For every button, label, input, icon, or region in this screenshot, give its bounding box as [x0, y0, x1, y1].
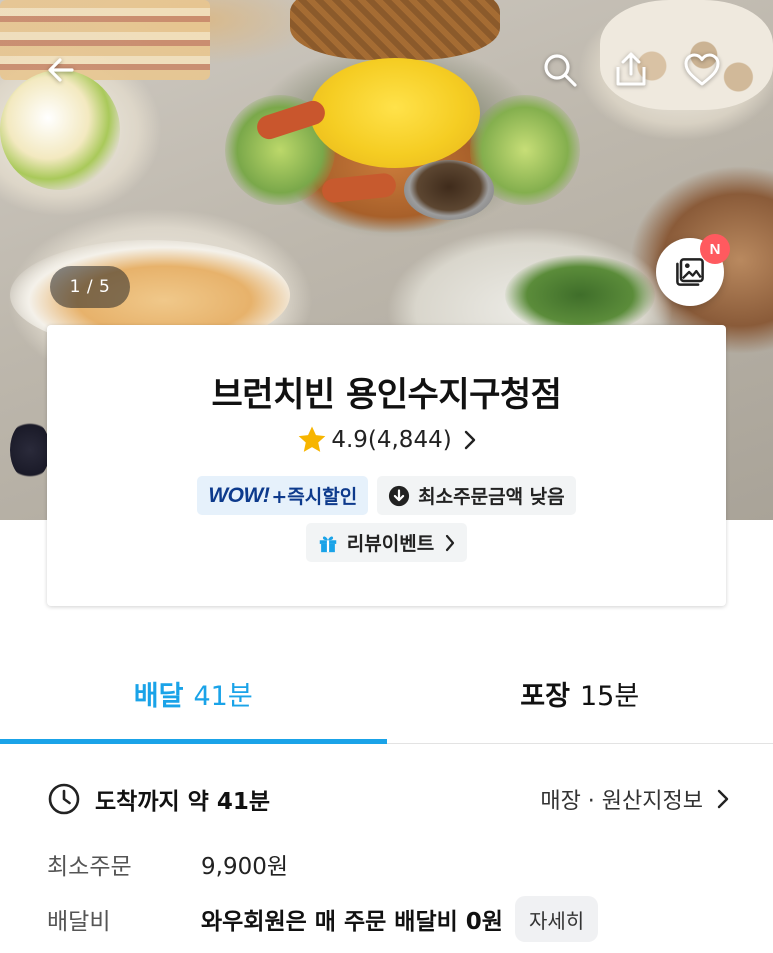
delivery-fee-row: 배달비 와우회원은 매 주문 배달비 0원 자세히 — [47, 896, 599, 942]
image-counter: 1 / 5 — [50, 266, 130, 308]
wow-discount-text: +즉시할인 — [271, 486, 358, 508]
tab-delivery-time: 41분 — [193, 680, 253, 712]
arrow-left-icon — [48, 58, 74, 82]
down-arrow-circle-icon — [389, 485, 410, 506]
delivery-fee-detail-button[interactable]: 자세히 — [514, 896, 599, 942]
new-badge: N — [700, 234, 730, 264]
store-origin-info-label: 매장 · 원산지정보 — [540, 789, 703, 814]
photo-gallery-icon — [676, 258, 704, 286]
food-arugula-plate — [505, 255, 655, 335]
food-basket — [290, 0, 500, 60]
back-button[interactable] — [40, 48, 84, 92]
chevron-right-icon — [446, 534, 455, 551]
review-event-label: 리뷰이벤트 — [346, 533, 435, 555]
star-icon — [298, 426, 326, 452]
review-event-button[interactable]: 리뷰이벤트 — [305, 523, 468, 562]
min-order-tag: 최소주문금액 낮음 — [377, 476, 576, 515]
share-button[interactable] — [609, 48, 653, 92]
delivery-fee-label: 배달비 — [47, 909, 111, 935]
favorite-button[interactable] — [680, 48, 724, 92]
food-berries — [10, 420, 50, 480]
food-scrambled-eggs — [310, 58, 480, 168]
search-icon — [544, 54, 577, 87]
review-count: (4,844) — [367, 427, 452, 453]
gift-icon — [319, 536, 337, 552]
tab-delivery-label: 배달 — [133, 680, 184, 712]
min-order-tag-label: 최소주문금액 낮음 — [418, 486, 565, 508]
wow-discount-tag: WOW! +즉시할인 — [197, 476, 369, 515]
min-order-row: 최소주문 9,900원 — [47, 846, 288, 882]
delivery-fee-value: 와우회원은 매 주문 배달비 0원 — [201, 909, 503, 935]
min-order-label: 최소주문 — [47, 854, 132, 880]
store-name: 브런치빈 용인수지구청점 — [211, 375, 562, 415]
rating-link[interactable]: 4.9 (4,844) — [47, 423, 726, 457]
delivery-eta: 도착까지 약 41분 — [47, 782, 270, 816]
rating-value: 4.9 — [331, 427, 368, 453]
wow-logo: WOW! — [208, 483, 270, 507]
clock-icon — [48, 783, 80, 815]
order-type-tabs: 배달 41분 포장 15분 — [0, 655, 773, 744]
share-icon — [616, 52, 646, 86]
tab-pickup-time: 15분 — [579, 680, 640, 712]
search-button[interactable] — [538, 48, 582, 92]
food-sandwich — [0, 0, 210, 80]
store-origin-info-link[interactable]: 매장 · 원산지정보 — [540, 783, 731, 815]
food-sausage — [320, 172, 398, 204]
store-info-card: 브런치빈 용인수지구청점 4.9 (4,844) WOW! +즉시할인 최소주문… — [47, 325, 726, 606]
photo-gallery-button[interactable]: N — [656, 234, 730, 306]
chevron-right-icon — [717, 789, 729, 809]
tab-pickup-label: 포장 — [520, 680, 570, 712]
tab-delivery[interactable]: 배달 41분 — [0, 655, 387, 744]
tab-pickup[interactable]: 포장 15분 — [387, 655, 773, 743]
delivery-eta-text: 도착까지 약 41분 — [95, 789, 270, 815]
min-order-value: 9,900원 — [201, 854, 289, 880]
chevron-right-icon — [464, 430, 475, 450]
food-sauce-cup — [404, 160, 494, 220]
heart-icon — [684, 53, 720, 86]
